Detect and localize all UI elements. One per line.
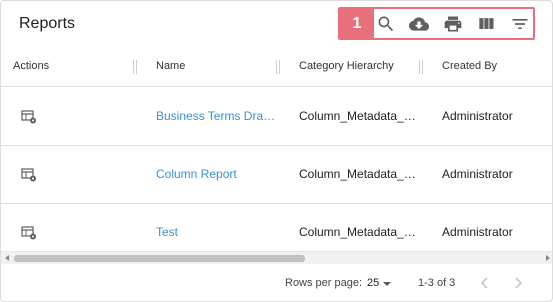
search-icon <box>378 16 394 32</box>
previous-page-button[interactable] <box>476 274 494 292</box>
table-row: Column Report Column_Metadata_R… Adminis… <box>1 146 552 204</box>
report-name-link[interactable]: Column Report <box>156 167 278 181</box>
rows-per-page-select[interactable]: 25 <box>367 277 379 289</box>
chevron-left-icon <box>480 277 488 289</box>
report-name-link[interactable]: Business Terms Draft… <box>156 109 278 123</box>
table-view-icon <box>21 226 36 240</box>
column-resize-handle[interactable] <box>276 60 280 74</box>
search-button[interactable] <box>374 13 398 35</box>
chevron-down-icon[interactable] <box>383 282 391 286</box>
table-view-icon <box>21 110 36 124</box>
column-header-created-by[interactable]: Created By <box>442 60 497 72</box>
page-title: Reports <box>19 15 76 32</box>
category-hierarchy-cell: Column_Metadata_R… <box>299 225 419 239</box>
view-report-button[interactable] <box>21 167 37 183</box>
created-by-cell: Administrator <box>442 109 513 123</box>
horizontal-scrollbar[interactable] <box>1 251 552 264</box>
column-header-category-hierarchy[interactable]: Category Hierarchy <box>299 60 394 72</box>
pagination-bar: Rows per page: 25 1-3 of 3 <box>1 265 552 301</box>
page-range-label: 1-3 of 3 <box>418 277 456 289</box>
table-view-icon <box>21 168 36 182</box>
toolbar-callout: 1 <box>338 7 535 40</box>
print-button[interactable] <box>441 13 465 35</box>
column-resize-handle[interactable] <box>133 60 137 74</box>
scroll-right-arrow-icon[interactable] <box>546 255 550 261</box>
view-columns-icon <box>479 18 494 29</box>
filter-icon <box>512 19 528 29</box>
report-name-link[interactable]: Test <box>156 225 278 239</box>
title-bar: Reports 1 <box>1 1 552 47</box>
column-resize-handle[interactable] <box>419 60 423 74</box>
callout-number: 1 <box>340 9 374 38</box>
cloud-download-icon <box>409 17 429 31</box>
rows-per-page-label: Rows per page: <box>285 277 363 289</box>
next-page-button[interactable] <box>509 274 527 292</box>
view-report-button[interactable] <box>21 109 37 125</box>
category-hierarchy-cell: Column_Metadata_R… <box>299 109 419 123</box>
download-button[interactable] <box>407 13 431 35</box>
filter-button[interactable] <box>508 13 532 35</box>
scroll-left-arrow-icon[interactable] <box>5 255 9 261</box>
reports-panel: Reports 1 Actions Name Category Hierarch… <box>0 0 553 302</box>
created-by-cell: Administrator <box>442 225 513 239</box>
category-hierarchy-cell: Column_Metadata_R… <box>299 167 419 181</box>
scrollbar-thumb[interactable] <box>14 255 305 262</box>
table-row: Business Terms Draft… Column_Metadata_R…… <box>1 88 552 146</box>
print-icon <box>444 16 462 32</box>
column-header-name[interactable]: Name <box>156 60 185 72</box>
chevron-right-icon <box>515 277 523 289</box>
table-header: Actions Name Category Hierarchy Created … <box>1 47 552 87</box>
columns-button[interactable] <box>474 13 498 35</box>
view-report-button[interactable] <box>21 225 37 241</box>
table-row: Test Column_Metadata_R… Administrator <box>1 204 552 251</box>
column-header-actions: Actions <box>13 60 50 72</box>
created-by-cell: Administrator <box>442 167 513 181</box>
